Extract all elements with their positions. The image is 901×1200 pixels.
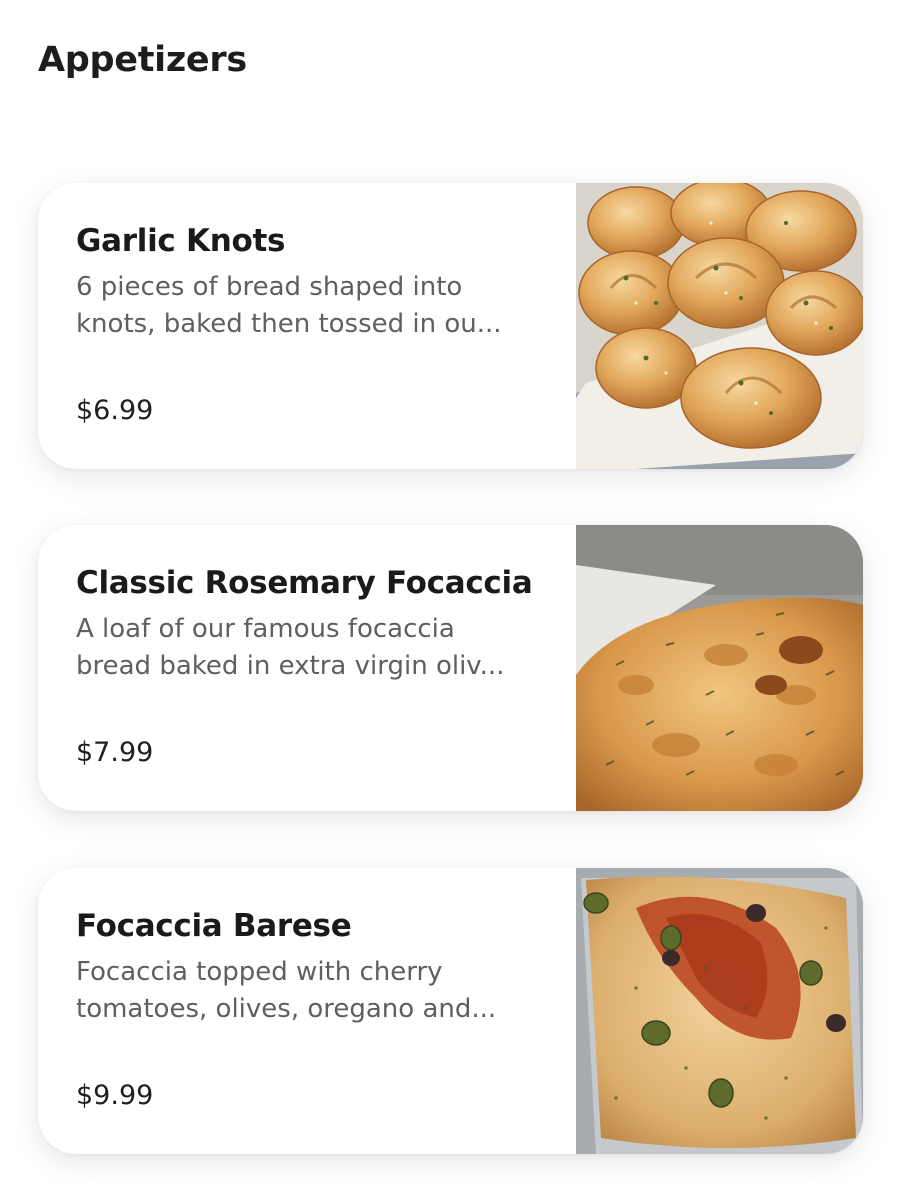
menu-item-name: Classic Rosemary Focaccia xyxy=(76,565,533,601)
menu-item-description: A loaf of our famous focaccia bread bake… xyxy=(76,614,505,681)
rosemary-focaccia-photo[interactable] xyxy=(576,525,863,811)
menu-item-price: $7.99 xyxy=(76,737,154,768)
menu-item-text: Classic Rosemary Focaccia A loaf of our … xyxy=(76,525,566,811)
section-title: Appetizers xyxy=(38,40,247,80)
menu-item-card-focaccia-barese[interactable]: Focaccia Barese Focaccia topped with che… xyxy=(38,868,863,1154)
menu-item-description: Focaccia topped with cherry tomatoes, ol… xyxy=(76,957,497,1024)
menu-item-price: $9.99 xyxy=(76,1080,154,1111)
menu-item-name: Garlic Knots xyxy=(76,223,286,259)
focaccia-barese-photo[interactable] xyxy=(576,868,863,1154)
menu-page: Appetizers Garlic Knots 6 pieces of brea… xyxy=(0,0,901,1200)
menu-item-card-garlic-knots[interactable]: Garlic Knots 6 pieces of bread shaped in… xyxy=(38,183,863,469)
menu-item-description: 6 pieces of bread shaped into knots, bak… xyxy=(76,272,502,339)
garlic-knots-photo[interactable] xyxy=(576,183,863,469)
menu-item-name: Focaccia Barese xyxy=(76,908,352,944)
menu-item-text: Garlic Knots 6 pieces of bread shaped in… xyxy=(76,183,566,469)
menu-item-text: Focaccia Barese Focaccia topped with che… xyxy=(76,868,566,1154)
menu-item-card-classic-rosemary-focaccia[interactable]: Classic Rosemary Focaccia A loaf of our … xyxy=(38,525,863,811)
menu-item-price: $6.99 xyxy=(76,395,154,426)
